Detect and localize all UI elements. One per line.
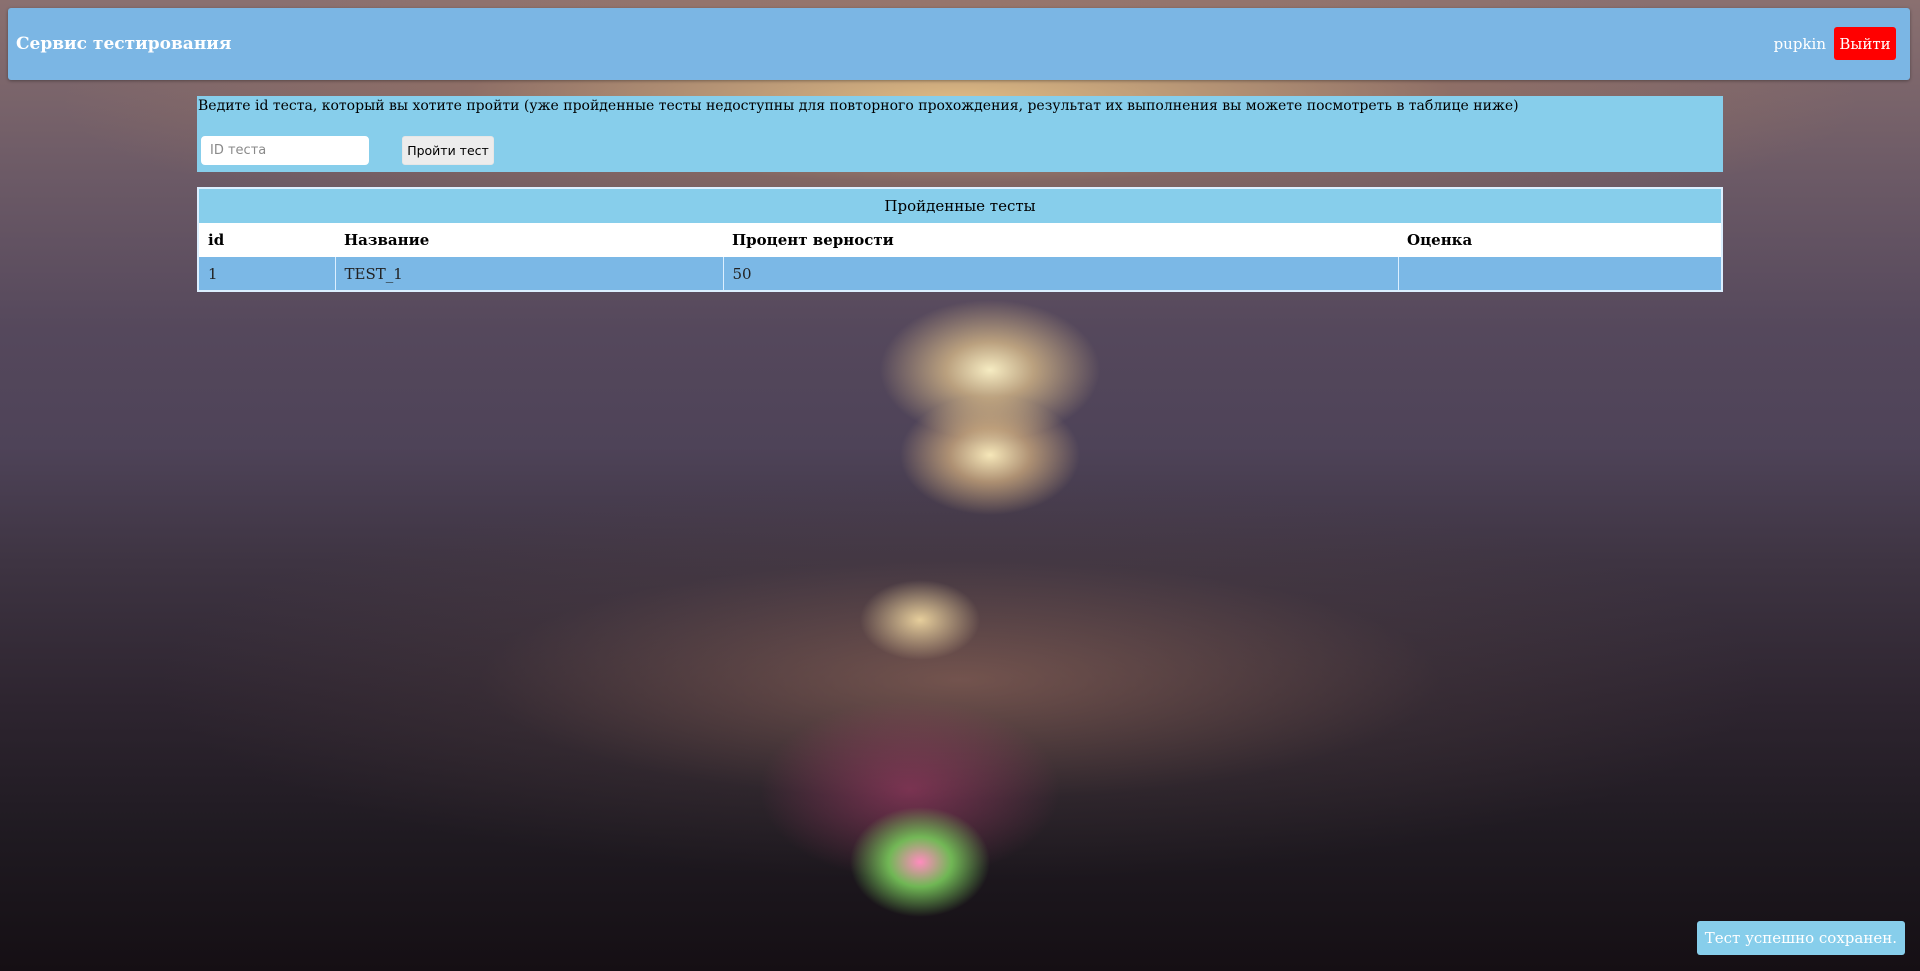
table-caption: Пройденные тесты (199, 189, 1721, 223)
top-navbar: Сервис тестирования pupkin Выйти (8, 8, 1910, 80)
test-start-panel: Ведите id теста, который вы хотите пройт… (197, 96, 1723, 172)
column-header-grade: Оценка (1398, 223, 1721, 257)
column-header-id: id (199, 223, 335, 257)
table-row: 1 TEST_1 50 (199, 257, 1721, 290)
logout-button[interactable]: Выйти (1834, 27, 1896, 60)
cell-percent: 50 (723, 257, 1399, 290)
username-label: pupkin (1773, 35, 1826, 53)
cell-id: 1 (199, 257, 336, 290)
start-test-button[interactable]: Пройти тест (402, 136, 494, 165)
instruction-text: Ведите id теста, который вы хотите пройт… (198, 98, 1519, 114)
app-title[interactable]: Сервис тестирования (16, 34, 231, 54)
column-header-name: Название (335, 223, 723, 257)
completed-tests-table: Пройденные тесты id Название Процент вер… (197, 187, 1723, 292)
results-table: id Название Процент верности Оценка 1 TE… (199, 223, 1721, 290)
test-id-input[interactable] (201, 136, 369, 165)
cell-name: TEST_1 (335, 257, 724, 290)
column-header-percent: Процент верности (723, 223, 1398, 257)
cell-grade (1398, 257, 1721, 290)
table-header-row: id Название Процент верности Оценка (199, 223, 1721, 257)
success-notification: Тест успешно сохранен. (1696, 921, 1905, 955)
